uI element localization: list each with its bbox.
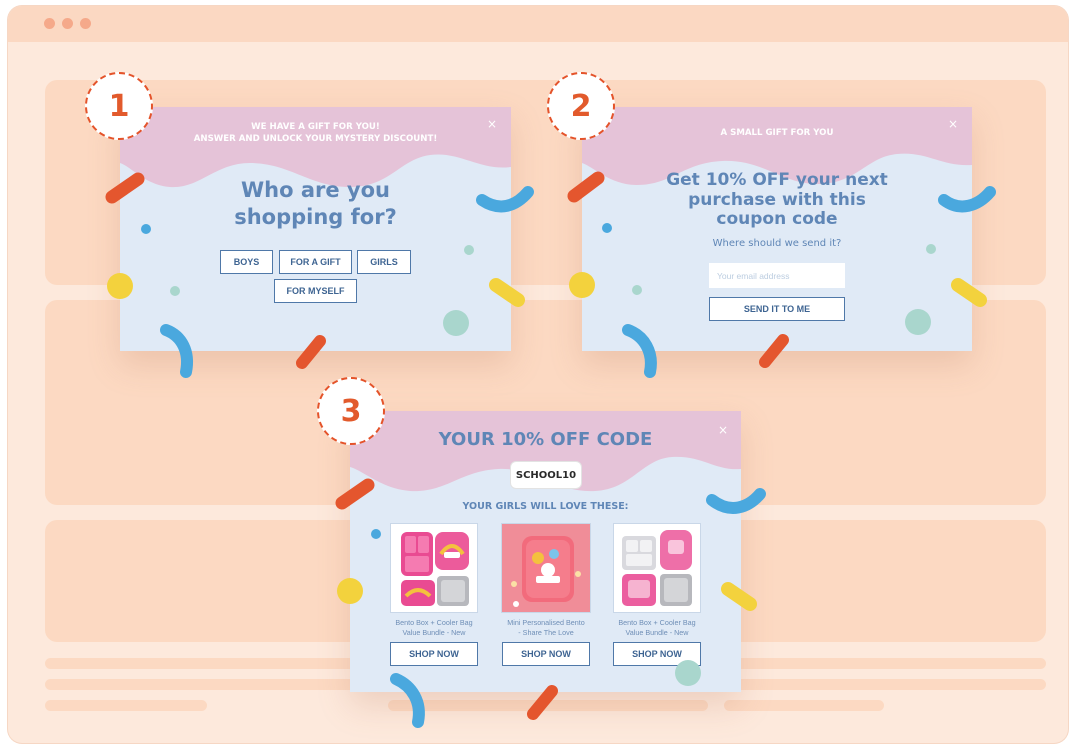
popup-headline: Who are you shopping for?	[234, 178, 397, 229]
text-line-5	[724, 700, 884, 711]
browser-titlebar	[8, 6, 1068, 42]
text-line-3	[45, 700, 207, 711]
popup-coupon: YOUR 10% OFF CODE × SCHOOL10 YOUR GIRLS …	[350, 411, 741, 692]
window-dot-yellow[interactable]	[62, 18, 73, 29]
coupon-code[interactable]: SCHOOL10	[510, 461, 582, 489]
option-myself-button[interactable]: FOR MYSELF	[274, 279, 357, 303]
product-name: Mini Personalised Bento - Share The Love	[507, 618, 585, 637]
send-button[interactable]: SEND IT TO ME	[709, 297, 845, 321]
shop-now-button[interactable]: SHOP NOW	[613, 642, 701, 666]
option-boys-button[interactable]: BOYS	[220, 250, 273, 274]
step-badge-3: 3	[317, 377, 385, 445]
shop-now-button[interactable]: SHOP NOW	[390, 642, 478, 666]
popup-email: A SMALL GIFT FOR YOU × Get 10% OFF your …	[582, 107, 972, 351]
step-badge-1: 1	[85, 72, 153, 140]
bento-bundle-image	[622, 530, 692, 606]
window-dot-green[interactable]	[80, 18, 91, 29]
window-dot-red[interactable]	[44, 18, 55, 29]
popup-header-text: WE HAVE A GIFT FOR YOU! ANSWER AND UNLOC…	[193, 122, 438, 144]
product-image[interactable]	[390, 523, 478, 613]
option-gift-button[interactable]: FOR A GIFT	[279, 250, 352, 274]
product-name: Bento Box + Cooler Bag Value Bundle - Ne…	[618, 618, 696, 637]
text-line-4	[388, 700, 708, 711]
close-icon[interactable]: ×	[948, 117, 958, 131]
bento-bundle-image	[401, 532, 469, 606]
email-field[interactable]: Your email address	[709, 263, 845, 288]
mini-bento-image	[502, 524, 590, 612]
email-prompt: Where should we send it?	[712, 238, 842, 249]
popup-headline: Get 10% OFF your next purchase with this…	[666, 170, 888, 229]
option-girls-button[interactable]: GIRLS	[357, 250, 411, 274]
popup-header-text: A SMALL GIFT FOR YOU	[720, 128, 834, 138]
step-badge-2: 2	[547, 72, 615, 140]
popup-quiz: WE HAVE A GIFT FOR YOU! ANSWER AND UNLOC…	[120, 107, 511, 351]
product-name: Bento Box + Cooler Bag Value Bundle - Ne…	[395, 618, 473, 637]
coupon-title: YOUR 10% OFF CODE	[438, 429, 653, 450]
close-icon[interactable]: ×	[487, 117, 497, 131]
product-image[interactable]	[613, 523, 701, 613]
recommendations-title: YOUR GIRLS WILL LOVE THESE:	[462, 501, 629, 512]
product-image[interactable]	[501, 523, 591, 613]
close-icon[interactable]: ×	[718, 423, 728, 437]
shop-now-button[interactable]: SHOP NOW	[502, 642, 590, 666]
